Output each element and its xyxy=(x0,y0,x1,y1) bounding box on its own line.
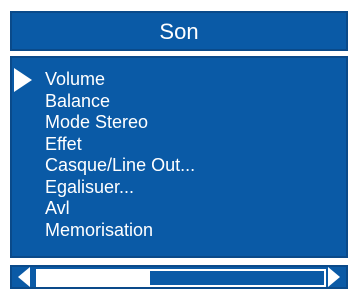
menu-item-casque-line-out[interactable]: Casque/Line Out... xyxy=(45,155,195,177)
menu-item-effet[interactable]: Effet xyxy=(45,134,195,156)
menu-item-balance[interactable]: Balance xyxy=(45,91,195,113)
slider-track[interactable] xyxy=(36,269,326,287)
triangle-right-icon[interactable] xyxy=(328,267,340,287)
menu-item-mode-stereo[interactable]: Mode Stereo xyxy=(45,112,195,134)
menu-item-memorisation[interactable]: Memorisation xyxy=(45,220,195,242)
triangle-left-icon[interactable] xyxy=(18,267,30,287)
menu-item-avl[interactable]: Avl xyxy=(45,198,195,220)
menu-item-volume[interactable]: Volume xyxy=(45,69,195,91)
slider-fill xyxy=(38,271,150,285)
selection-pointer-icon xyxy=(14,68,32,92)
menu-list: Volume Balance Mode Stereo Effet Casque/… xyxy=(45,69,195,241)
menu-panel: Volume Balance Mode Stereo Effet Casque/… xyxy=(10,56,348,258)
volume-slider[interactable] xyxy=(10,265,348,289)
menu-title: Son xyxy=(159,19,199,44)
osd-menu: Son Volume Balance Mode Stereo Effet Cas… xyxy=(0,0,358,291)
title-bar: Son xyxy=(10,11,348,51)
menu-item-egaliseur[interactable]: Egalisuer... xyxy=(45,177,195,199)
